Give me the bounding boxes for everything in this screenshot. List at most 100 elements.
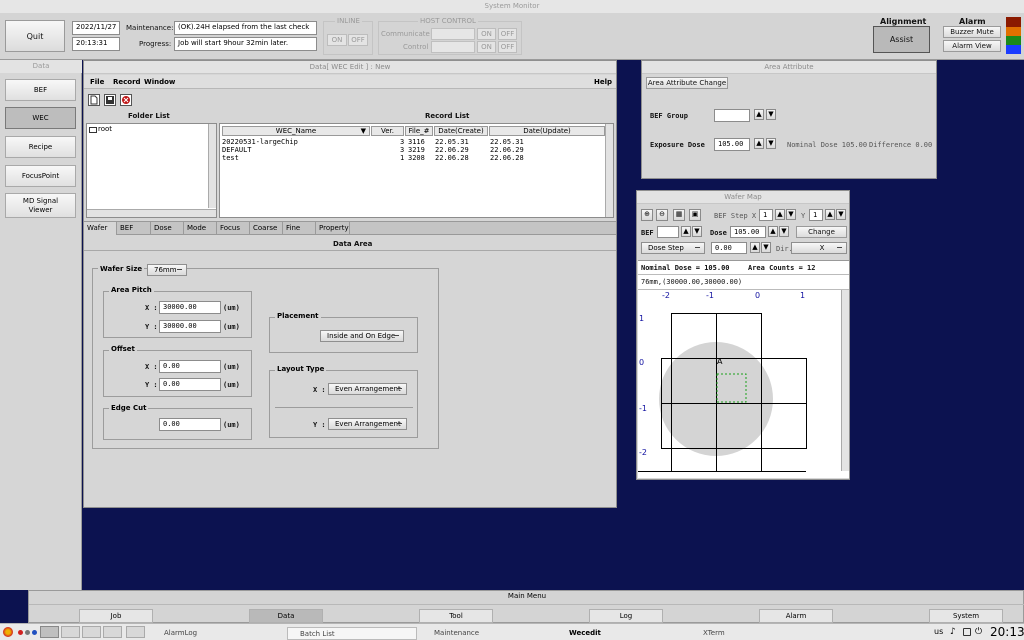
tab-focus[interactable]: Focus — [217, 222, 250, 235]
dose-input[interactable]: 105.00 — [730, 226, 766, 238]
tab-dose[interactable]: Dose — [151, 222, 184, 235]
tab-wafer[interactable]: Wafer — [84, 222, 117, 235]
exposure-up-arrow[interactable]: ▲ — [754, 138, 764, 149]
delete-icon[interactable] — [120, 94, 132, 106]
communicate-on-button[interactable]: ON — [477, 28, 496, 40]
main-menu-alarm[interactable]: Alarm — [759, 609, 833, 623]
workspace-dot-red[interactable] — [18, 630, 23, 635]
pitch-x-input[interactable]: 30000.00 — [159, 301, 221, 314]
volume-icon[interactable]: ♪ — [950, 627, 956, 637]
map-vscrollbar[interactable] — [841, 290, 849, 471]
offset-y-input[interactable]: 0.00 — [159, 378, 221, 391]
main-menu-log[interactable]: Log — [589, 609, 663, 623]
folder-tree[interactable]: root — [86, 123, 217, 218]
dose-step-up-arrow[interactable]: ▲ — [750, 242, 760, 253]
workspace-dot-blue[interactable] — [32, 630, 37, 635]
task-alarmlog[interactable]: AlarmLog — [152, 627, 274, 640]
nav-md-signal-viewer[interactable]: MD Signal Viewer — [5, 193, 76, 218]
task-xterm[interactable]: XTerm — [691, 627, 816, 640]
table-row[interactable]: 20220531-largeChip 3 3116 22.05.31 22.05… — [222, 138, 605, 146]
offset-x-input[interactable]: 0.00 — [159, 360, 221, 373]
task-batch-list[interactable]: Batch List — [287, 627, 417, 640]
exposure-down-arrow[interactable]: ▼ — [766, 138, 776, 149]
control-on-button[interactable]: ON — [477, 41, 496, 53]
main-menu-system[interactable]: System — [929, 609, 1003, 623]
workspace-2[interactable] — [61, 626, 80, 638]
workspace-4[interactable] — [103, 626, 122, 638]
folder-vscrollbar[interactable] — [208, 124, 216, 208]
zoom-in-icon[interactable]: ⊕ — [641, 209, 653, 221]
bef-step-x-down-arrow[interactable]: ▼ — [786, 209, 796, 220]
folder-root[interactable]: root — [98, 125, 112, 133]
wafer-map-canvas[interactable]: Nominal Dose = 105.00 Area Counts = 12 7… — [638, 260, 849, 478]
record-vscrollbar[interactable] — [605, 124, 613, 217]
grid-icon[interactable]: ▦ — [673, 209, 685, 221]
bef-group-down-arrow[interactable]: ▼ — [766, 109, 776, 120]
save-file-icon[interactable] — [104, 94, 116, 106]
table-row[interactable]: DEFAULT 3 3219 22.06.29 22.06.29 — [222, 146, 605, 154]
change-button[interactable]: Change — [796, 226, 847, 238]
bef-step-x-input[interactable]: 1 — [759, 209, 773, 221]
tab-fine[interactable]: Fine — [283, 222, 316, 235]
exposure-dose-input[interactable]: 105.00 — [714, 138, 750, 151]
table-row[interactable]: test 1 3208 22.06.28 22.06.28 — [222, 154, 605, 162]
main-menu-job[interactable]: Job — [79, 609, 153, 623]
dose-up-arrow[interactable]: ▲ — [768, 226, 778, 237]
workspace-1[interactable] — [40, 626, 59, 638]
layout-y-dropdown[interactable]: Even Arrangement — [328, 418, 407, 430]
keyboard-layout[interactable]: us — [934, 627, 943, 636]
col-date-create[interactable]: Date(Create) — [434, 126, 488, 136]
communicate-off-button[interactable]: OFF — [498, 28, 517, 40]
power-icon[interactable]: ⏻ — [975, 627, 982, 637]
tab-coarse[interactable]: Coarse — [250, 222, 283, 235]
workspace-dot-gray[interactable] — [25, 630, 30, 635]
bef-group-up-arrow[interactable]: ▲ — [754, 109, 764, 120]
bef-up-arrow[interactable]: ▲ — [681, 226, 691, 237]
folder-hscrollbar[interactable] — [87, 209, 216, 217]
nav-recipe[interactable]: Recipe — [5, 136, 76, 158]
layout-x-dropdown[interactable]: Even Arrangement — [328, 383, 407, 395]
menu-file[interactable]: File — [90, 78, 104, 86]
bef-step-y-down-arrow[interactable]: ▼ — [836, 209, 846, 220]
dose-down-arrow[interactable]: ▼ — [779, 226, 789, 237]
zoom-out-icon[interactable]: ⊖ — [656, 209, 668, 221]
bef-down-arrow[interactable]: ▼ — [692, 226, 702, 237]
fit-icon[interactable]: ▣ — [689, 209, 701, 221]
col-date-update[interactable]: Date(Update) — [489, 126, 605, 136]
main-menu-tool[interactable]: Tool — [419, 609, 493, 623]
control-off-button[interactable]: OFF — [498, 41, 517, 53]
col-wec-name[interactable]: WEC_Name ▼ — [222, 126, 370, 136]
pitch-y-input[interactable]: 30000.00 — [159, 320, 221, 333]
area-attribute-change-button[interactable]: Area Attribute Change — [646, 77, 728, 89]
bef-input[interactable] — [657, 226, 679, 238]
workspace-3[interactable] — [82, 626, 101, 638]
task-maintenance[interactable]: Maintenance — [422, 627, 547, 640]
nav-wec[interactable]: WEC — [5, 107, 76, 129]
bef-step-x-up-arrow[interactable]: ▲ — [775, 209, 785, 220]
task-wecedit[interactable]: Wecedit — [557, 627, 682, 640]
menu-help[interactable]: Help — [594, 78, 612, 86]
dose-step-down-arrow[interactable]: ▼ — [761, 242, 771, 253]
inline-on-button[interactable]: ON — [327, 34, 347, 46]
tab-mode[interactable]: Mode — [184, 222, 217, 235]
inline-off-button[interactable]: OFF — [348, 34, 368, 46]
assist-button[interactable]: Assist — [873, 26, 930, 53]
alarm-view-button[interactable]: Alarm View — [943, 40, 1001, 52]
main-menu-data[interactable]: Data — [249, 609, 323, 623]
dir-dropdown[interactable]: X — [791, 242, 847, 254]
dose-step-dropdown[interactable]: Dose Step — [641, 242, 705, 254]
col-ver[interactable]: Ver. — [371, 126, 404, 136]
menu-window[interactable]: Window — [144, 78, 175, 86]
placement-dropdown[interactable]: Inside and On Edge — [320, 330, 404, 342]
menu-record[interactable]: Record — [113, 78, 141, 86]
wafer-size-dropdown[interactable]: 76mm — [147, 264, 187, 276]
bef-group-input[interactable] — [714, 109, 750, 122]
new-file-icon[interactable] — [88, 94, 100, 106]
bef-step-y-input[interactable]: 1 — [809, 209, 823, 221]
lock-icon[interactable] — [963, 628, 971, 636]
tab-property[interactable]: Property — [316, 222, 350, 235]
dose-step-input[interactable]: 0.00 — [711, 242, 747, 254]
nav-bef[interactable]: BEF — [5, 79, 76, 101]
nav-focuspoint[interactable]: FocusPoint — [5, 165, 76, 187]
edge-cut-input[interactable]: 0.00 — [159, 418, 221, 431]
